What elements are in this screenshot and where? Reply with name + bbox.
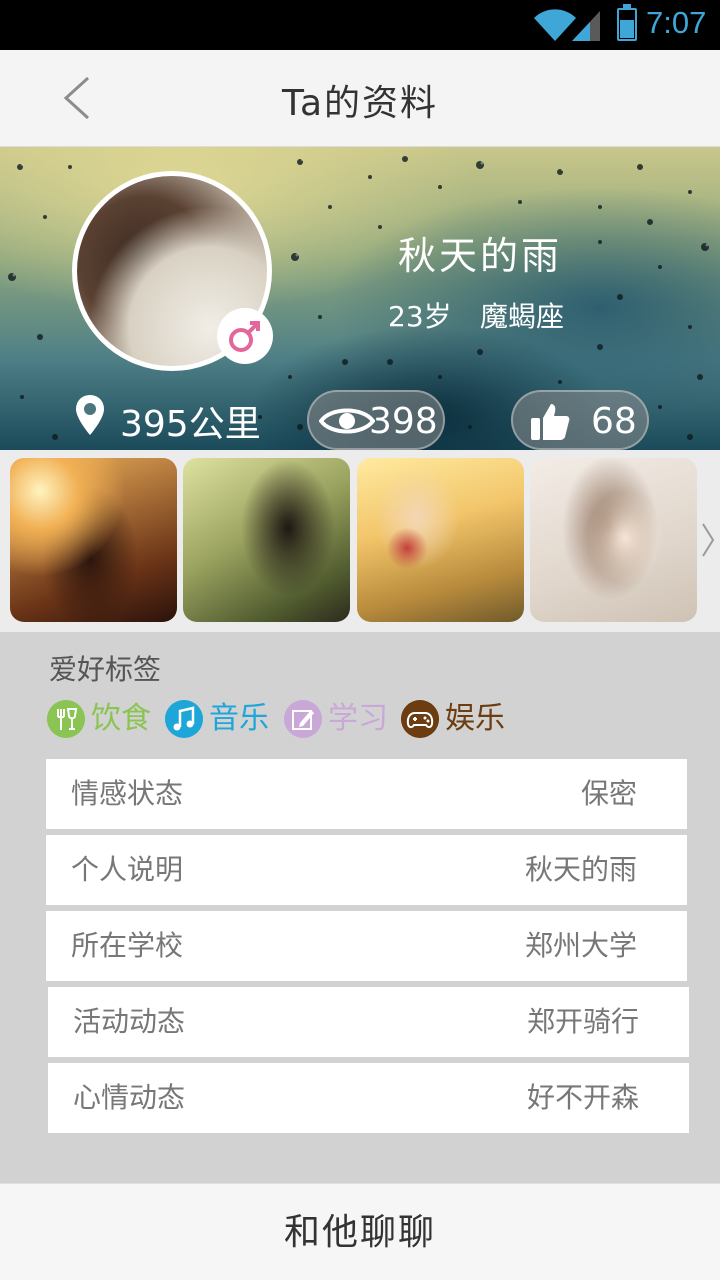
signal-icon [572,11,600,41]
info-row-school[interactable]: 所在学校 郑州大学 [46,911,687,981]
info-value: 郑开骑行 [526,1005,639,1038]
info-value: 郑州大学 [524,929,637,962]
hobby-tag-label: 饮食 [91,701,151,736]
profile-banner: 秋天的雨 23岁 魔蝎座 395公里 398 68 [0,147,720,450]
zodiac: 魔蝎座 [480,300,565,333]
info-label: 个人说明 [71,853,184,886]
battery-icon [617,4,637,41]
info-row-relationship[interactable]: 情感状态 保密 [46,759,687,829]
status-bar: 7:07 [0,0,720,50]
info-label: 活动动态 [73,1005,186,1038]
like-button[interactable]: 68 [511,390,649,450]
views-counter: 398 [307,390,445,450]
hobby-tag-label: 学习 [328,701,388,736]
location-pin-icon [76,395,104,435]
info-label: 所在学校 [71,929,184,962]
distance: 395公里 [120,404,261,445]
info-label: 心情动态 [73,1081,186,1114]
eye-icon [319,408,375,434]
nickname: 秋天的雨 [397,234,562,278]
info-value: 保密 [580,777,637,810]
chevron-right-icon[interactable] [700,520,716,560]
hobby-tag-label: 娱乐 [445,701,505,736]
photo-thumbnail[interactable] [183,458,350,622]
info-value: 秋天的雨 [524,853,637,886]
male-gender-icon [217,308,273,364]
fork-glass-icon [47,700,85,738]
pencil-note-icon [284,700,322,738]
photo-thumbnail[interactable] [10,458,177,622]
thumbs-up-icon [531,404,570,440]
chat-button[interactable]: 和他聊聊 [0,1183,720,1280]
hobby-tag-label: 音乐 [209,701,269,736]
gamepad-icon [401,700,439,738]
header: Ta的资料 [0,50,720,147]
info-row-bio[interactable]: 个人说明 秋天的雨 [46,835,687,905]
age: 23岁 [388,300,452,333]
music-note-icon [165,700,203,738]
page-title: Ta的资料 [281,83,439,124]
photo-thumbnail[interactable] [530,458,697,622]
info-value: 好不开森 [526,1081,639,1114]
likes-count: 68 [591,401,637,442]
hobby-section-title: 爱好标签 [49,653,162,686]
info-row-mood[interactable]: 心情动态 好不开森 [48,1063,689,1133]
views-count: 398 [369,401,438,442]
photo-strip [0,450,720,632]
info-row-activity[interactable]: 活动动态 郑开骑行 [48,987,689,1057]
photo-thumbnail[interactable] [357,458,524,622]
info-label: 情感状态 [71,777,184,810]
clock: 7:07 [646,5,707,40]
